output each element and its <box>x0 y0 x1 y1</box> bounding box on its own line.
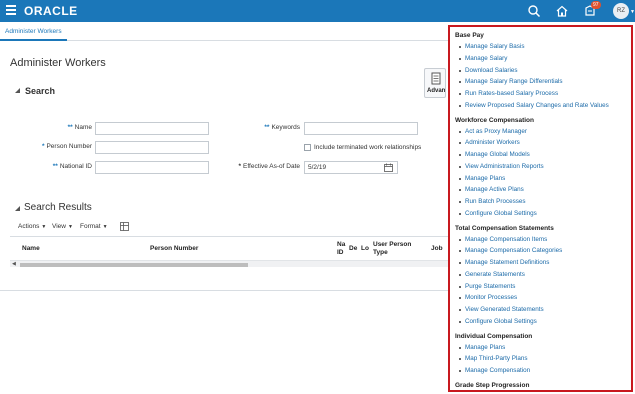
col-lo[interactable]: Lo <box>361 245 369 252</box>
task-link[interactable]: View Generated Statements <box>455 304 631 316</box>
col-national-id-a[interactable]: Na <box>337 241 345 248</box>
notification-count-badge: 97 <box>591 1 601 9</box>
global-header: ORACLE 97 RZ ▼ <box>0 0 635 22</box>
national-id-input[interactable] <box>95 161 209 174</box>
tasks-panel: Base Pay Manage Salary Basis Manage Salary… <box>448 25 633 392</box>
task-link[interactable]: Manage Salary Range Differentials <box>455 76 631 88</box>
include-terminated-label: Include terminated work relationships <box>314 144 422 151</box>
search-icon[interactable] <box>527 4 541 18</box>
task-group-title: Individual Compensation <box>455 332 533 340</box>
task-link[interactable]: Review Proposed Salary Changes and Rate … <box>455 100 631 112</box>
task-link[interactable]: Generate Statements <box>455 269 631 281</box>
collapse-results-icon[interactable] <box>15 206 20 211</box>
col-national-id-b[interactable]: ID <box>337 249 344 256</box>
task-link[interactable]: Manage Compensation Items <box>455 234 631 246</box>
person-number-label: * Person Number <box>41 143 92 150</box>
user-avatar[interactable]: RZ <box>613 3 629 19</box>
document-icon <box>431 72 441 85</box>
task-link[interactable]: Configure Global Settings <box>455 316 631 328</box>
col-user-person-type-b[interactable]: Type <box>373 249 388 256</box>
task-link[interactable]: Download Salaries <box>455 65 631 77</box>
task-link[interactable]: Run Rates-based Salary Process <box>455 88 631 100</box>
tab-administer-workers[interactable]: Administer Workers <box>0 22 67 41</box>
view-menu[interactable]: View ▼ <box>52 223 73 230</box>
col-de[interactable]: De <box>349 245 357 252</box>
task-group-title: Grade Step Progression <box>455 381 530 389</box>
freeze-columns-icon[interactable] <box>120 222 129 231</box>
keywords-label: ** Keywords <box>264 124 300 131</box>
search-section-title: Search <box>25 86 56 96</box>
task-link[interactable]: Administer Workers <box>455 137 631 149</box>
col-person-number[interactable]: Person Number <box>150 245 198 252</box>
calendar-icon[interactable] <box>384 163 393 172</box>
advanced-search-button[interactable]: Advan <box>424 68 446 98</box>
task-link[interactable]: Manage Plans <box>455 173 631 185</box>
scroll-left-icon[interactable]: ◀ <box>12 261 16 267</box>
task-link[interactable]: Manage Salary Basis <box>455 41 631 53</box>
page-title: Administer Workers <box>10 57 106 69</box>
actions-menu[interactable]: Actions ▼ <box>18 223 46 230</box>
name-input[interactable] <box>95 122 209 135</box>
col-job[interactable]: Job <box>431 245 443 252</box>
task-link[interactable]: Monitor Processes <box>455 292 631 304</box>
task-link[interactable]: Manage Plans <box>455 342 631 354</box>
col-name[interactable]: Name <box>22 245 40 252</box>
brand-logo[interactable]: ORACLE <box>24 4 78 18</box>
tab-strip: Administer Workers <box>0 22 452 41</box>
scrollbar-thumb[interactable] <box>20 263 248 267</box>
task-group: Workforce Compensation Act as Proxy Manag… <box>450 115 631 220</box>
task-link[interactable]: Run Batch Processes <box>455 196 631 208</box>
divider <box>0 290 452 291</box>
task-group: Total Compensation Statements Manage Comp… <box>450 223 631 328</box>
advanced-label: Advan <box>427 88 446 94</box>
task-group: Grade Step Progression <box>450 380 631 390</box>
task-group: Individual Compensation Manage Plans Map T… <box>450 331 631 377</box>
home-icon[interactable] <box>555 4 569 18</box>
user-menu-chevron-icon[interactable]: ▼ <box>630 9 635 15</box>
task-link[interactable]: View Administration Reports <box>455 161 631 173</box>
task-link[interactable]: Act as Proxy Manager <box>455 126 631 138</box>
national-id-label: ** National ID <box>52 163 92 170</box>
col-user-person-type-a[interactable]: User Person <box>373 241 411 248</box>
task-group: Base Pay Manage Salary Basis Manage Salary… <box>450 30 631 112</box>
keywords-input[interactable] <box>304 122 418 135</box>
format-menu[interactable]: Format ▼ <box>80 223 108 230</box>
task-group-title: Base Pay <box>455 32 484 39</box>
effective-date-label: * Effective As-of Date <box>238 163 301 170</box>
results-section-title: Search Results <box>24 202 92 213</box>
results-table-header: Name Person Number Na ID De Lo User Pers… <box>10 236 452 261</box>
person-number-input[interactable] <box>95 141 209 154</box>
task-group-title: Workforce Compensation <box>455 116 534 124</box>
task-link[interactable]: Manage Compensation Categories <box>455 245 631 257</box>
collapse-search-icon[interactable] <box>15 88 20 93</box>
task-link[interactable]: Configure Global Settings <box>455 208 631 220</box>
task-link[interactable]: Manage Global Models <box>455 149 631 161</box>
task-link[interactable]: Manage Salary <box>455 53 631 65</box>
include-terminated-checkbox[interactable] <box>304 144 311 151</box>
menu-icon[interactable] <box>6 5 16 17</box>
task-link[interactable]: Map Third-Party Plans <box>455 353 631 365</box>
name-label: ** Name <box>67 124 92 131</box>
task-group-title: Total Compensation Statements <box>455 224 554 232</box>
task-link[interactable]: Manage Active Plans <box>455 184 631 196</box>
task-link[interactable]: Purge Statements <box>455 281 631 293</box>
task-link[interactable]: Manage Statement Definitions <box>455 257 631 269</box>
horizontal-scrollbar[interactable]: ◀ <box>10 260 452 267</box>
task-link[interactable]: Manage Compensation <box>455 365 631 377</box>
